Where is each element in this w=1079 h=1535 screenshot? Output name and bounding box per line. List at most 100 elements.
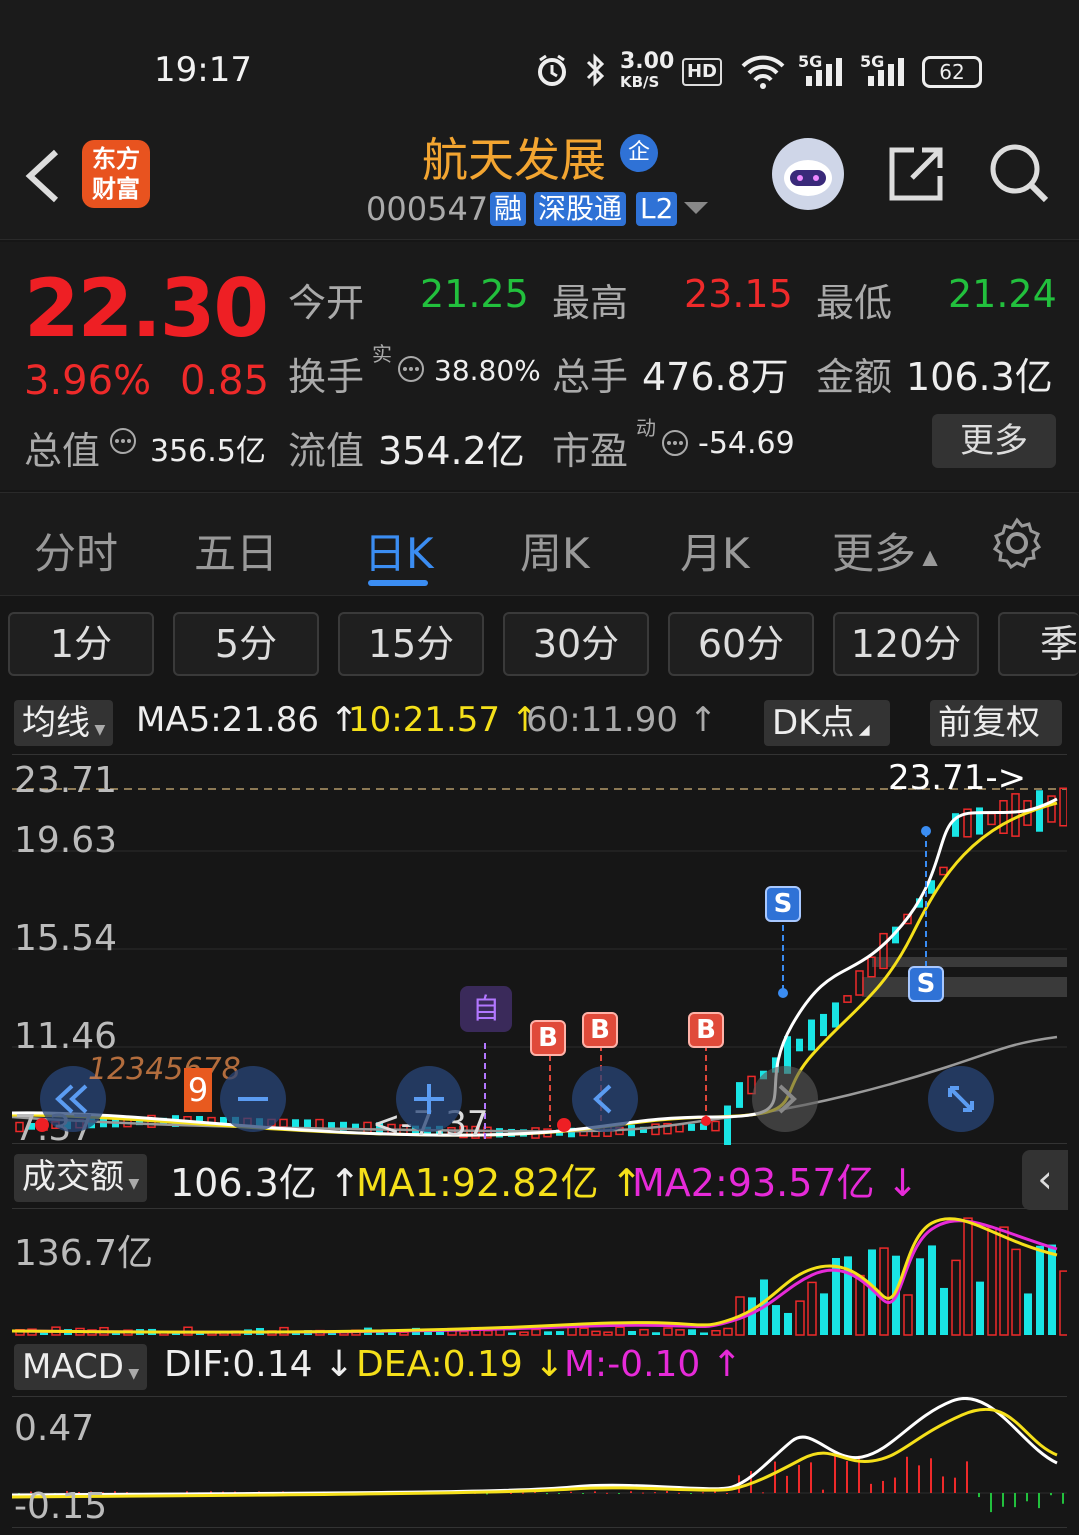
low-value: 21.24	[948, 272, 1057, 316]
info-icon[interactable]	[660, 428, 690, 462]
tab-more[interactable]: 更多 ▲	[832, 520, 938, 581]
chevron-down-icon[interactable]	[684, 202, 708, 214]
candle	[820, 1013, 827, 1037]
period-5min[interactable]: 5分	[173, 612, 319, 676]
volume-bar	[820, 1293, 828, 1335]
next-icon[interactable]	[752, 1066, 818, 1132]
expand-icon[interactable]	[928, 1066, 994, 1132]
candle	[796, 1038, 803, 1052]
buy-marker[interactable]: B	[688, 1012, 724, 1048]
macd-bar	[606, 1492, 608, 1494]
macd-bar	[846, 1461, 848, 1493]
bluetooth-icon	[582, 52, 610, 93]
macd-bar	[702, 1492, 704, 1494]
volume-bar	[1048, 1244, 1056, 1335]
volume-bar	[1011, 1248, 1021, 1336]
macd-selector[interactable]: MACD ▼	[14, 1344, 148, 1390]
period-120min[interactable]: 120分	[833, 612, 979, 676]
zoom-in-icon[interactable]	[396, 1066, 462, 1132]
info-icon[interactable]	[396, 354, 426, 388]
y-label-4: 11.46	[14, 1016, 118, 1057]
previous-icon[interactable]	[572, 1066, 638, 1132]
candle	[855, 970, 864, 996]
last-price: 22.30	[24, 262, 269, 355]
macd-bar	[822, 1489, 824, 1493]
tag-connect: 深股通	[534, 192, 627, 226]
volume-y-label: 136.7亿	[14, 1233, 154, 1274]
period-15min[interactable]: 15分	[338, 612, 484, 676]
macd-bar	[642, 1492, 644, 1494]
ma-selector[interactable]: 均线 ▼	[14, 700, 114, 746]
macd-bar	[882, 1480, 884, 1493]
self-select-marker[interactable]: 自	[460, 986, 512, 1032]
macd-bar	[114, 1491, 116, 1493]
period-60min[interactable]: 60分	[668, 612, 814, 676]
macd-bar	[1026, 1493, 1028, 1502]
volume-bar	[1024, 1293, 1032, 1335]
sell-marker[interactable]: S	[765, 886, 801, 922]
macd-bar	[810, 1462, 812, 1493]
buy-marker[interactable]: B	[582, 1012, 618, 1048]
tab-intraday[interactable]: 分时	[34, 520, 118, 581]
macd-bar	[906, 1456, 908, 1493]
more-button[interactable]: 更多	[932, 414, 1056, 468]
macd-bar	[1038, 1493, 1040, 1509]
back-icon[interactable]	[22, 148, 66, 204]
volume-bar	[459, 1330, 469, 1336]
macd-bar	[726, 1492, 728, 1494]
macd-bar	[894, 1477, 896, 1493]
adjust-selector[interactable]: 前复权	[930, 700, 1062, 746]
tab-monthly-k[interactable]: 月K	[680, 520, 750, 581]
volume-bar	[795, 1300, 805, 1336]
gear-icon[interactable]	[990, 516, 1044, 574]
hd-icon: HD	[682, 58, 722, 86]
candle	[736, 1082, 743, 1108]
volume-selector[interactable]: 成交额 ▼	[14, 1154, 148, 1202]
y-label-3: 15.54	[14, 918, 118, 959]
turnover-sup: 实	[372, 342, 392, 366]
volume-bar	[700, 1332, 708, 1335]
period-1min[interactable]: 1分	[8, 612, 154, 676]
macd-dea: DEA:0.19 ↓	[356, 1344, 565, 1385]
volume-bar	[591, 1330, 601, 1336]
pe-sup: 动	[636, 416, 656, 440]
turnover-value: 38.80%	[434, 354, 541, 387]
volume-bar	[963, 1217, 973, 1336]
volume-bar	[928, 1245, 936, 1335]
tab-daily-k[interactable]: 日K	[364, 520, 434, 581]
share-icon[interactable]	[886, 144, 946, 204]
dk-point-selector[interactable]: DK点 ◢	[764, 700, 890, 746]
macd-bar	[1014, 1493, 1016, 1508]
macd-y-top: 0.47	[14, 1408, 95, 1449]
y-label-high: 23.71	[14, 760, 118, 801]
sell-marker[interactable]: S	[908, 966, 944, 1002]
zoom-out-icon[interactable]	[220, 1066, 286, 1132]
volume-bar	[879, 1247, 889, 1336]
macd-bar	[954, 1477, 956, 1493]
search-icon[interactable]	[988, 142, 1050, 204]
macd-bar	[558, 1493, 560, 1494]
tab-5day[interactable]: 五日	[194, 520, 278, 581]
tag-margin: 融	[490, 192, 527, 226]
macd-bar	[762, 1492, 764, 1494]
period-quarter[interactable]: 季	[998, 612, 1079, 676]
buy-marker[interactable]: B	[530, 1020, 566, 1056]
volume-bar	[603, 1331, 613, 1336]
zoom-level-active[interactable]: 9	[184, 1068, 212, 1112]
assistant-robot-icon[interactable]	[772, 138, 844, 210]
macd-bar	[1062, 1493, 1064, 1504]
period-30min[interactable]: 30分	[503, 612, 649, 676]
volume-bar	[399, 1331, 409, 1336]
volume-bar	[711, 1329, 721, 1336]
collapse-icon[interactable]: ‹	[1022, 1150, 1068, 1210]
volume-bar	[999, 1226, 1009, 1336]
signal-icon-2: 5G	[860, 52, 904, 86]
info-icon[interactable]	[108, 426, 138, 460]
macd-bar	[654, 1492, 656, 1494]
ma10-value: 10:21.57 ↑	[348, 700, 540, 740]
volume-bar	[784, 1312, 792, 1335]
tab-weekly-k[interactable]: 周K	[520, 520, 590, 581]
app-logo[interactable]: 东方财富	[82, 140, 150, 208]
pe-value: -54.69	[698, 426, 795, 461]
macd-bar	[834, 1454, 836, 1493]
